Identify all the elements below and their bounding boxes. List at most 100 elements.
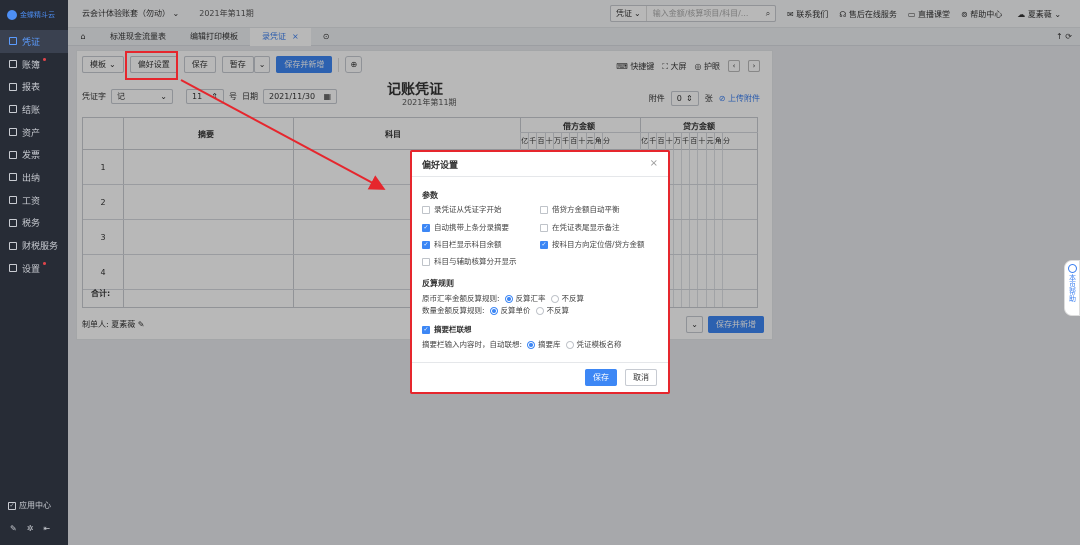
app-center[interactable]: ✓ 应用中心 [8,500,51,511]
more-options-icon[interactable]: ⊕ [345,56,363,73]
calendar-icon: ▦ [323,92,331,101]
voucher-number-stepper[interactable]: 11 ⇕ [186,89,224,104]
qty-rule-recalc-radio[interactable]: 反算单价 [489,305,531,316]
home-icon[interactable]: ⌂ [68,32,98,41]
tab-voucher-entry[interactable]: 录凭证 × [250,27,311,46]
edit-icon[interactable]: ✎ [10,524,17,533]
draft-dropdown[interactable]: ⌄ [253,56,271,73]
search-type-select[interactable]: 凭证 ⌄ [611,6,647,21]
param-checkbox-0[interactable]: 录凭证从凭证字开始 [422,204,502,215]
help-link[interactable]: ⊚ 帮助中心 [961,9,1002,20]
assoc-row: 摘要栏输入内容时，自动联想: 摘要库 凭证模板名称 [422,339,622,350]
param-label: 科目栏显示科目余额 [434,240,502,249]
page-help-tab[interactable]: 本页帮助 [1064,260,1080,316]
sidebar-item-2[interactable]: 报表 [0,75,68,98]
sidebar-item-1[interactable]: 账簿 [0,53,68,76]
sidebar-item-8[interactable]: 税务 [0,212,68,235]
live-link-label: 直播课堂 [918,9,951,19]
row-number: 2 [100,198,106,207]
save-button[interactable]: 保存 [183,56,216,73]
page-tabs: ⌂ 标准现金流量表 编辑打印模板 录凭证 × ⊙ ↑ ⟳ [68,27,1080,46]
nav-item-icon [9,105,17,114]
sidebar-item-4[interactable]: 资产 [0,121,68,144]
param-checkbox-1[interactable]: 借贷方金额自动平衡 [540,204,620,215]
close-icon[interactable]: × [650,158,658,169]
summary-assoc-checkbox[interactable]: ✓ 摘要栏联想 [422,324,472,335]
sidebar-item-10[interactable]: 设置 [0,257,68,280]
param-label: 科目与辅助核算分开显示 [434,257,517,266]
tab-more-icon[interactable]: ⊙ [311,28,342,46]
fx-rule-none-radio[interactable]: 不反算 [550,293,584,304]
sidebar-item-7[interactable]: 工资 [0,189,68,212]
bottom-actions: ⌄ 保存并新增 [686,316,764,333]
sidebar-item-0[interactable]: 凭证 [0,30,68,53]
checkbox-empty-icon [540,223,548,232]
section-params: 参数 [422,191,438,200]
sidebar-item-3[interactable]: 结账 [0,98,68,121]
service-link[interactable]: ☊ 售后在线服务 [839,9,897,20]
nav-item-icon [9,82,17,91]
param-checkbox-5[interactable]: ✓ 按科目方向定位借/贷方金额 [540,239,645,250]
more-dropdown[interactable]: ⌄ [686,316,703,333]
digit-header: 十 [697,133,705,150]
tab-cashflow[interactable]: 标准现金流量表 [98,28,178,46]
col-credit: 贷方金额 [683,122,715,131]
param-checkbox-2[interactable]: ✓ 自动携带上条分录摘要 [422,222,509,233]
param-checkbox-6[interactable]: 科目与辅助核算分开显示 [422,256,517,267]
digit-header: 元 [585,133,594,150]
notification-dot [43,57,46,61]
param-checkbox-4[interactable]: ✓ 科目栏显示科目余额 [422,239,502,250]
date-picker[interactable]: 2021/11/30 ▦ [263,89,337,104]
edit-icon[interactable]: ✎ [138,320,145,329]
search-icon[interactable]: ⌕ [761,9,775,19]
param-label: 自动携带上条分录摘要 [434,223,509,232]
user-menu[interactable]: ☁ 夏素薇 ⌄ [1017,9,1061,20]
radio-off-icon [550,294,559,303]
bottom-save-and-new-label: 保存并新增 [716,320,756,329]
gear-icon[interactable]: ✲ [27,524,34,533]
bottom-save-and-new-button[interactable]: 保存并新增 [708,316,764,333]
sidebar-item-label: 设置 [22,264,41,275]
close-icon[interactable]: × [292,32,299,41]
sidebar-item-9[interactable]: 财税服务 [0,234,68,257]
col-debit: 借方金额 [563,122,595,131]
contact-link[interactable]: ✉ 联系我们 [787,9,828,20]
tab-print-template[interactable]: 编辑打印模板 [178,28,250,46]
draft-button[interactable]: 暂存 [221,56,254,73]
assoc-library-radio[interactable]: 摘要库 [527,339,561,350]
sidebar-item-6[interactable]: 出纳 [0,166,68,189]
upload-attachment-link[interactable]: ⊘ 上传附件 [719,93,760,104]
checkbox-checked-icon: ✓ [422,240,430,249]
sidebar-item-label: 报表 [22,83,41,94]
save-and-new-button[interactable]: 保存并新增 [276,56,333,73]
collapse-icon[interactable]: ⇤ [43,524,50,533]
fullscreen-button[interactable]: ⛶ 大屏 [662,61,686,72]
assoc-template-radio[interactable]: 凭证模板名称 [565,339,622,350]
dialog-save-button[interactable]: 保存 [585,369,617,386]
qty-rule-none-radio[interactable]: 不反算 [535,305,569,316]
digit-header: 角 [593,133,602,150]
dialog-cancel-button[interactable]: 取消 [625,369,657,386]
live-link[interactable]: ▭ 直播课堂 [908,9,950,20]
refresh-icon[interactable]: ↑ ⟳ [1056,32,1072,41]
eye-care-button[interactable]: ◎ 护眼 [694,61,720,72]
search-input[interactable]: 输入金额/核算项目/科目/... [647,8,761,19]
tab-label: 编辑打印模板 [190,32,238,41]
voucher-word-select[interactable]: 记 ⌄ [111,89,173,104]
param-checkbox-3[interactable]: 在凭证表尾显示备注 [540,222,620,233]
next-voucher-icon[interactable]: › [748,60,760,72]
fx-rule-recalc-radio[interactable]: 反算汇率 [504,293,546,304]
attachment-area: 附件 0 ⇕ 张 ⊘ 上传附件 [649,91,760,106]
sidebar-item-5[interactable]: 发票 [0,143,68,166]
prev-voucher-icon[interactable]: ‹ [728,60,740,72]
shortcut-button[interactable]: ⌨ 快捷键 [616,61,654,72]
template-button[interactable]: 模板 ⌄ [82,56,124,73]
attachment-count-input[interactable]: 0 ⇕ [670,91,699,106]
checkbox-checked-icon: ✓ [422,223,430,232]
voucher-number-value: 11 [192,92,203,101]
highlight-box [125,51,178,80]
radio-on-icon [489,306,498,315]
account-selector[interactable]: 云会计体验账套（勿动） ⌄ [82,8,179,19]
digit-header: 分 [721,133,730,150]
attachment-count: 0 [676,94,682,103]
